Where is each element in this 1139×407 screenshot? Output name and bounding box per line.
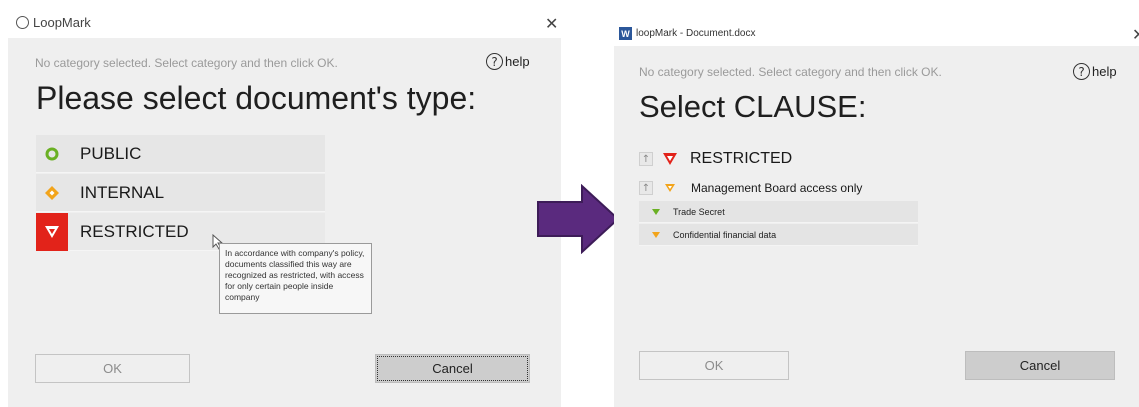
triangle-down-icon bbox=[652, 208, 660, 215]
help-icon: ? bbox=[1073, 63, 1090, 80]
right-close-icon[interactable]: ✕ bbox=[1132, 25, 1139, 44]
level-up-icon[interactable]: ↑ bbox=[639, 181, 653, 195]
right-titlebar: W loopMark - Document.docx ✕ bbox=[614, 22, 1139, 46]
path-item-management[interactable]: ↑ Management Board access only bbox=[639, 181, 862, 195]
right-help-label: help bbox=[1092, 64, 1117, 79]
arrow-right-icon bbox=[537, 184, 620, 254]
circle-icon bbox=[36, 147, 68, 161]
triangle-down-icon bbox=[36, 212, 68, 251]
left-close-icon[interactable]: ✕ bbox=[545, 14, 558, 33]
left-help-button[interactable]: ? help bbox=[486, 53, 530, 70]
option-internal[interactable]: INTERNAL bbox=[36, 174, 325, 212]
left-titlebar: LoopMark ✕ bbox=[8, 8, 561, 38]
triangle-down-icon bbox=[663, 153, 677, 165]
left-page-title: Please select document's type: bbox=[36, 80, 477, 116]
left-hint-text: No category selected. Select category an… bbox=[35, 56, 338, 70]
option-internal-label: INTERNAL bbox=[80, 182, 165, 202]
triangle-down-icon bbox=[652, 231, 660, 238]
clause-financial-label: Confidential financial data bbox=[673, 229, 777, 240]
clause-trade-secret-label: Trade Secret bbox=[673, 206, 725, 217]
left-help-label: help bbox=[505, 54, 530, 69]
option-public-label: PUBLIC bbox=[80, 143, 142, 163]
left-ok-button[interactable]: OK bbox=[35, 354, 190, 383]
path-management-label: Management Board access only bbox=[691, 181, 863, 195]
restricted-tooltip: In accordance with company's policy, doc… bbox=[219, 243, 372, 314]
help-icon: ? bbox=[486, 53, 503, 70]
option-restricted-label: RESTRICTED bbox=[80, 221, 189, 241]
triangle-down-icon bbox=[665, 184, 675, 192]
clause-item-financial[interactable]: Confidential financial data bbox=[639, 224, 918, 246]
right-help-button[interactable]: ? help bbox=[1073, 63, 1117, 80]
level-up-icon[interactable]: ↑ bbox=[639, 152, 653, 166]
clause-item-trade-secret[interactable]: Trade Secret bbox=[639, 201, 918, 223]
path-item-restricted[interactable]: ↑ RESTRICTED bbox=[639, 150, 792, 168]
right-cancel-button[interactable]: Cancel bbox=[965, 351, 1115, 380]
left-cancel-button[interactable]: Cancel bbox=[375, 354, 530, 383]
right-window-title: loopMark - Document.docx bbox=[636, 28, 756, 39]
right-page-title: Select CLAUSE: bbox=[639, 89, 867, 124]
path-restricted-label: RESTRICTED bbox=[690, 150, 793, 167]
diamond-icon bbox=[36, 185, 68, 201]
option-public[interactable]: PUBLIC bbox=[36, 135, 325, 173]
word-document-icon: W bbox=[619, 27, 632, 40]
left-window-title: LoopMark bbox=[33, 15, 91, 30]
right-ok-button[interactable]: OK bbox=[639, 351, 789, 380]
right-hint-text: No category selected. Select category an… bbox=[639, 65, 942, 79]
loopmark-logo-icon bbox=[16, 16, 29, 29]
